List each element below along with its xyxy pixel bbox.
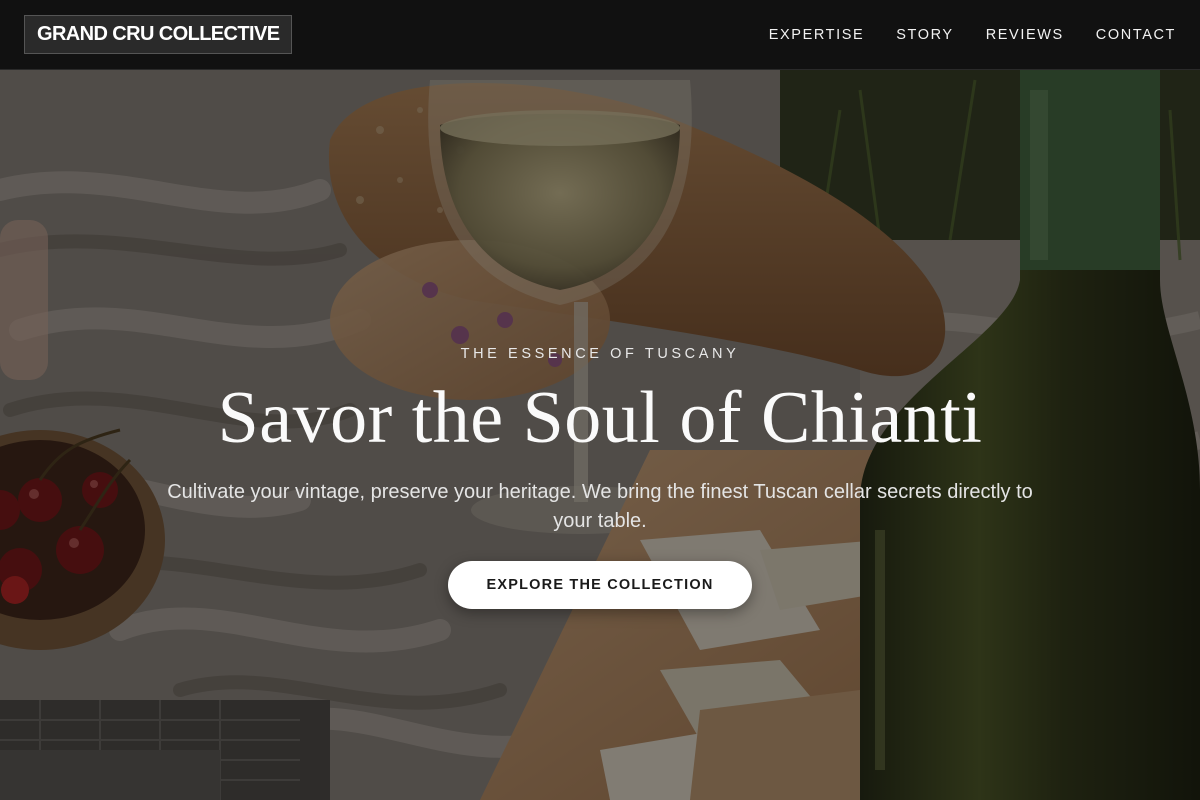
nav-item-story[interactable]: STORY (896, 27, 953, 43)
hero-section: THE ESSENCE OF TUSCANY Savor the Soul of… (0, 70, 1200, 800)
brand-logo[interactable]: GRAND CRU COLLECTIVE (24, 15, 293, 54)
main-nav: EXPERTISE STORY REVIEWS CONTACT (769, 27, 1176, 43)
hero-content: THE ESSENCE OF TUSCANY Savor the Soul of… (0, 70, 1200, 800)
nav-item-reviews[interactable]: REVIEWS (986, 27, 1064, 43)
hero-subtitle: Cultivate your vintage, preserve your he… (167, 481, 1033, 532)
hero-eyebrow: THE ESSENCE OF TUSCANY (460, 346, 740, 362)
site-header: GRAND CRU COLLECTIVE EXPERTISE STORY REV… (0, 0, 1200, 70)
nav-item-contact[interactable]: CONTACT (1096, 27, 1176, 43)
explore-collection-button[interactable]: EXPLORE THE COLLECTION (448, 561, 752, 609)
hero-headline: Savor the Soul of Chianti (217, 377, 983, 459)
nav-item-expertise[interactable]: EXPERTISE (769, 27, 865, 43)
